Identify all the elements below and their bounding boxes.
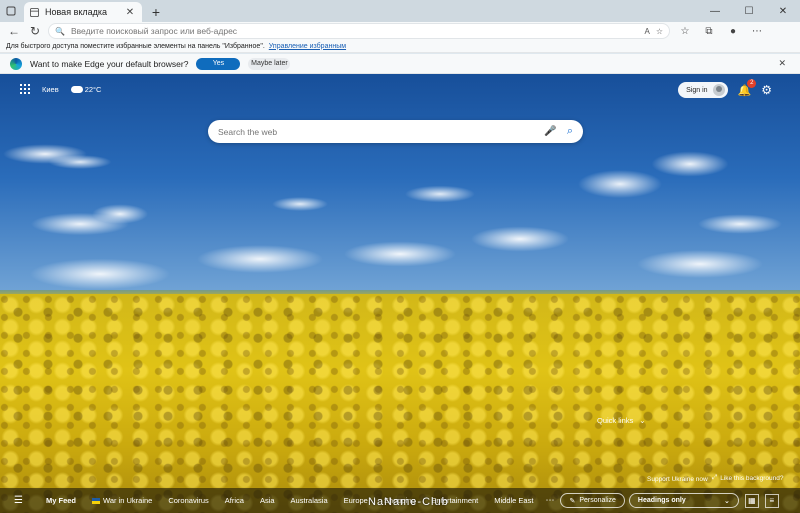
tab-my-feed[interactable]: My Feed [38,496,84,505]
sign-in-label: Sign in [686,86,708,94]
watermark-text: NaName-Club [368,496,449,508]
support-ukraine-link[interactable]: Support Ukraine now [647,476,708,483]
tab-war-in-ukraine[interactable]: War in Ukraine [84,496,160,505]
window-controls: — ☐ ✕ [698,0,800,22]
profile-avatar[interactable]: ● [724,26,742,37]
tab-middle-east[interactable]: Middle East [486,496,541,505]
expand-icon: ⤢ [712,474,718,481]
tab-strip: Новая вкладка ✕ + — ☐ ✕ [0,0,800,22]
headings-value: Headings only [637,497,686,504]
like-background-link[interactable]: ⤢ Like this background? [712,474,783,482]
add-favorite-icon[interactable]: ☆ [656,27,663,36]
weather-widget[interactable]: 22°C [70,82,102,94]
manage-favorites-link[interactable]: Управление избранным [269,43,346,50]
chevron-down-icon: ⌄ [724,497,730,505]
back-arrow-icon[interactable]: ← [6,24,22,38]
avatar [712,84,725,96]
search-input[interactable] [218,126,535,137]
navigation-bar: ← ↻ 🔍 A ☆ ☆ ⧉ ● ⋯ [0,22,800,40]
web-search-box[interactable]: 🎤 ⌕ [208,120,583,143]
temperature: 22°C [84,84,102,94]
more-options-icon[interactable]: ⋯ [748,26,766,37]
close-tab-icon[interactable]: ✕ [124,7,136,18]
tab-asia[interactable]: Asia [252,496,283,505]
ukraine-flag-icon [92,498,101,505]
tab-actions-icon[interactable] [0,0,22,22]
default-browser-prompt: Want to make Edge your default browser? … [0,54,800,74]
close-window-icon[interactable]: ✕ [766,0,800,22]
quick-links-toggle[interactable]: Quick links ⌄ [597,416,646,425]
city-name[interactable]: Киев [42,85,59,94]
maybe-later-button[interactable]: Maybe later [248,57,291,70]
bell-icon[interactable]: 🔔 2 [738,78,757,97]
minimize-icon[interactable]: — [698,0,732,22]
yes-button[interactable]: Yes [196,57,241,70]
headings-select[interactable]: Headings only ⌄ [628,493,739,508]
new-tab-button[interactable]: + [146,2,166,22]
tab-new-tab[interactable]: Новая вкладка ✕ [24,2,142,22]
pencil-icon: ✎ [569,497,576,505]
search-icon[interactable]: ⌕ [567,125,573,138]
personalize-label: Personalize [579,497,616,504]
gear-icon[interactable]: ⚙ [761,83,772,97]
notification-badge: 2 [747,78,757,88]
edge-logo-icon [10,57,22,70]
list-view-icon[interactable]: ≡ [764,493,779,508]
tab-australasia[interactable]: Australasia [283,496,336,505]
tab-coronavirus[interactable]: Coronavirus [160,496,216,505]
reload-icon[interactable]: ↻ [28,24,42,38]
new-tab-page: Киев 22°C Sign in 🔔 2 ⚙ 🎤 ⌕ Quick links … [0,74,800,513]
sign-in-button[interactable]: Sign in [678,82,728,98]
chevron-down-icon: ⌄ [639,416,646,425]
microphone-icon[interactable]: 🎤 [544,126,556,137]
like-background-label: Like this background? [720,474,784,482]
address-input[interactable] [70,26,639,36]
favorites-hint-text: Для быстрого доступа поместите избранные… [6,42,265,50]
tab-title: Новая вкладка [45,7,108,17]
search-icon: 🔍 [55,26,65,36]
apps-grid-icon[interactable] [20,84,30,94]
personalize-button[interactable]: ✎ Personalize [560,493,625,508]
favorites-icon[interactable]: ☆ [676,26,694,37]
close-prompt-icon[interactable]: ✕ [778,58,786,69]
menu-icon[interactable]: ☰ [14,495,28,506]
ntp-top-right: Sign in 🔔 2 ⚙ [678,78,772,98]
collections-icon[interactable]: ⧉ [700,26,718,37]
more-tabs-icon[interactable]: ⋯ [545,495,554,506]
read-aloud-icon[interactable]: A [644,27,649,36]
grid-view-icon[interactable]: ▦ [744,493,759,508]
ntp-top-left: Киев 22°C [20,82,102,94]
address-bar[interactable]: 🔍 A ☆ [48,23,670,39]
maximize-icon[interactable]: ☐ [732,0,766,22]
new-tab-favicon-icon [30,7,39,17]
favorites-hint-bar: Для быстрого доступа поместите избранные… [0,40,800,53]
partly-cloudy-icon [70,82,83,93]
quick-links-label: Quick links [597,416,634,425]
tab-africa[interactable]: Africa [217,496,252,505]
prompt-text: Want to make Edge your default browser? [30,58,189,69]
background-sky [0,74,800,304]
